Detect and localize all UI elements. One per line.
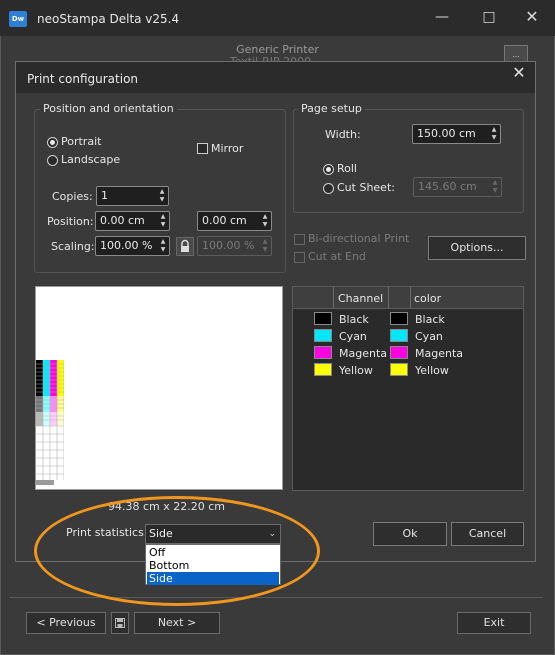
cut-sheet-value: 145.60 cm — [418, 180, 477, 193]
spin-arrows-icon[interactable]: ▲ ▼ — [159, 213, 167, 229]
column-divider — [333, 287, 334, 309]
swatch-magenta — [314, 346, 332, 359]
column-divider — [388, 287, 389, 309]
channel-name[interactable]: Yellow — [339, 364, 373, 377]
position-x-spinbox[interactable]: 0.00 cm ▲ ▼ — [95, 211, 170, 231]
cut-sheet-label[interactable]: Cut Sheet: — [337, 181, 395, 194]
swatch-yellow — [314, 363, 332, 376]
width-label: Width: — [325, 128, 361, 141]
position-label: Position: — [47, 215, 94, 228]
position-orientation-legend: Position and orientation — [40, 102, 177, 115]
maximize-icon[interactable]: □ — [474, 6, 504, 28]
spin-arrows-icon[interactable]: ▲ ▼ — [261, 213, 269, 229]
swatch-black — [390, 312, 408, 325]
position-y-value: 0.00 cm — [202, 214, 247, 227]
options-button[interactable]: Options... — [428, 236, 526, 260]
copies-value: 1 — [101, 189, 108, 202]
print-preview — [35, 286, 283, 490]
cut-at-end-label: Cut at End — [308, 250, 366, 263]
roll-radio[interactable] — [323, 164, 334, 175]
highlight-annotation — [34, 496, 320, 606]
lock-icon[interactable] — [176, 237, 194, 256]
channel-color[interactable]: Black — [415, 313, 445, 326]
scaling-label: Scaling: — [51, 240, 95, 253]
swatch-black — [314, 312, 332, 325]
channel-color[interactable]: Yellow — [415, 364, 449, 377]
dialog-title: Print configuration — [27, 72, 139, 86]
channel-name[interactable]: Cyan — [339, 330, 367, 343]
swatch-magenta — [390, 346, 408, 359]
spin-arrows-icon: ▲ ▼ — [492, 179, 498, 194]
print-statistics-strip — [36, 360, 64, 485]
spin-arrows-icon: ▲ ▼ — [262, 238, 268, 253]
cut-sheet-radio[interactable] — [323, 183, 334, 194]
nav-divider — [10, 597, 543, 598]
scaling-y-spinbox: 100.00 % ▲ ▼ — [197, 236, 272, 256]
copies-label: Copies: — [52, 190, 93, 203]
mirror-checkbox[interactable] — [197, 143, 208, 154]
exit-button[interactable]: Exit — [457, 612, 531, 634]
mirror-label[interactable]: Mirror — [211, 142, 243, 155]
bidirectional-label: Bi-directional Print — [308, 232, 410, 245]
previous-button[interactable]: < Previous — [26, 612, 106, 634]
color-column-header[interactable]: color — [414, 292, 441, 305]
app-title: neoStampa Delta v25.4 — [37, 12, 180, 26]
width-value: 150.00 cm — [417, 127, 476, 140]
channel-column-header[interactable]: Channel — [338, 292, 383, 305]
landscape-radio[interactable] — [47, 155, 58, 166]
cut-sheet-spinbox: 145.60 cm ▲ ▼ — [413, 177, 502, 197]
roll-label[interactable]: Roll — [337, 162, 357, 175]
channel-color[interactable]: Cyan — [415, 330, 443, 343]
portrait-label[interactable]: Portrait — [61, 135, 101, 148]
position-x-value: 0.00 cm — [100, 214, 145, 227]
ok-button[interactable]: Ok — [373, 522, 447, 546]
dialog-close-icon[interactable]: ✕ — [507, 62, 531, 84]
swatch-cyan — [390, 329, 408, 342]
swatch-cyan — [314, 329, 332, 342]
channel-table-header — [293, 287, 523, 309]
spin-arrows-icon[interactable]: ▲ ▼ — [490, 126, 498, 142]
spin-arrows-icon[interactable]: ▲ ▼ — [158, 188, 166, 204]
copies-spinbox[interactable]: 1 ▲ ▼ — [96, 186, 169, 206]
next-button[interactable]: Next > — [134, 612, 220, 634]
cut-at-end-checkbox — [294, 252, 305, 263]
column-divider — [410, 287, 411, 309]
bidirectional-checkbox — [294, 234, 305, 245]
app-logo-icon: Dw — [9, 11, 27, 27]
landscape-label[interactable]: Landscape — [61, 153, 120, 166]
close-icon[interactable]: ✕ — [517, 6, 547, 28]
channel-name[interactable]: Magenta — [339, 347, 387, 360]
channel-color[interactable]: Magenta — [415, 347, 463, 360]
scaling-x-spinbox[interactable]: 100.00 % ▲ ▼ — [95, 236, 170, 256]
spin-arrows-icon[interactable]: ▲ ▼ — [159, 238, 167, 254]
page-setup-legend: Page setup — [298, 102, 365, 115]
save-icon[interactable] — [111, 612, 129, 634]
swatch-yellow — [390, 363, 408, 376]
scaling-y-value: 100.00 % — [202, 239, 255, 252]
position-y-spinbox[interactable]: 0.00 cm ▲ ▼ — [197, 211, 272, 231]
scaling-x-value: 100.00 % — [100, 239, 153, 252]
minimize-icon[interactable]: — — [427, 6, 457, 28]
channel-name[interactable]: Black — [339, 313, 369, 326]
cancel-button[interactable]: Cancel — [451, 522, 524, 546]
portrait-radio[interactable] — [47, 137, 58, 148]
width-spinbox[interactable]: 150.00 cm ▲ ▼ — [412, 124, 501, 144]
